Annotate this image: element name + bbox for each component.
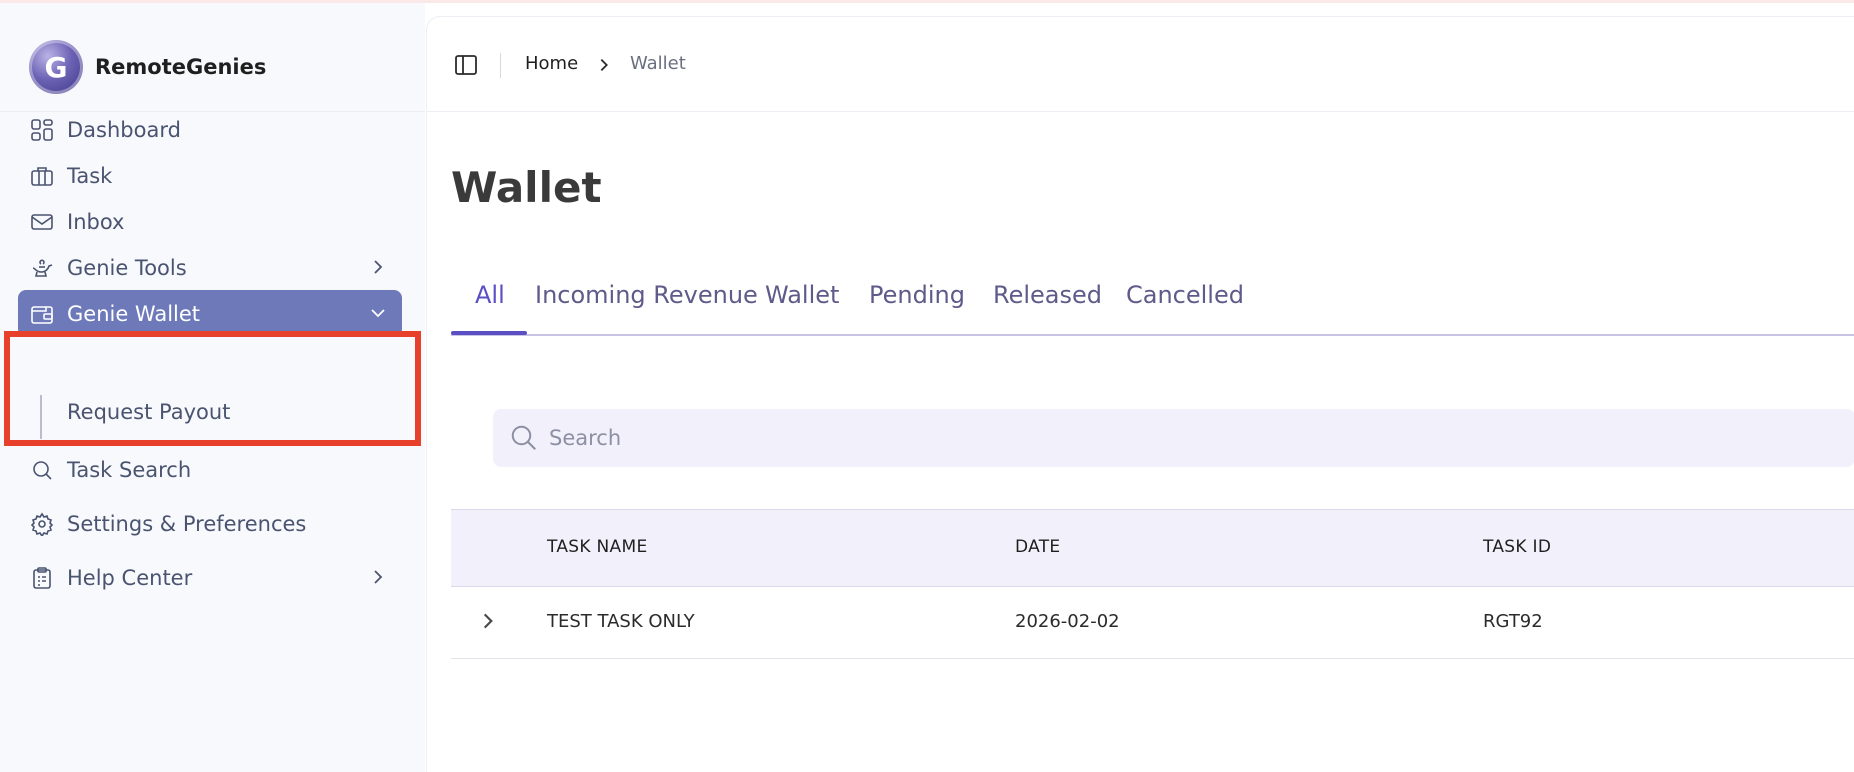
column-header-task-name[interactable]: TASK NAME: [547, 537, 648, 557]
sidebar-item-dashboard[interactable]: Dashboard: [18, 106, 402, 153]
breadcrumb-home[interactable]: Home: [525, 53, 578, 74]
sidebar-item-genie-tools[interactable]: Genie Tools: [18, 244, 402, 291]
page-title: Wallet: [451, 163, 602, 212]
main-panel: Home Wallet Wallet All Incoming Revenue …: [426, 16, 1854, 772]
tab-all[interactable]: All: [475, 281, 505, 309]
dashboard-grid-icon: [29, 117, 55, 143]
page-header: Home Wallet: [427, 17, 1854, 112]
table-header: TASK NAME DATE TASK ID: [451, 509, 1854, 587]
tab-released[interactable]: Released: [993, 281, 1102, 309]
sidebar-item-help-center[interactable]: Help Center: [18, 554, 402, 601]
logo-icon: G: [29, 40, 83, 94]
submenu-line: [40, 395, 42, 439]
search-icon: [29, 457, 55, 483]
active-tab-indicator: [451, 331, 527, 335]
briefcase-icon: [29, 163, 55, 189]
sidebar-item-task[interactable]: Task: [18, 152, 402, 199]
chevron-right-icon: [600, 58, 608, 72]
sidebar-item-label: Dashboard: [67, 117, 181, 142]
cell-task-name: TEST TASK ONLY: [547, 611, 695, 632]
sidebar-item-genie-wallet[interactable]: Genie Wallet: [18, 290, 402, 337]
genie-lamp-icon: [29, 255, 55, 281]
tab-incoming-revenue[interactable]: Incoming Revenue: [535, 281, 758, 309]
tab-bar: All Incoming Revenue Wallet Pending Rele…: [451, 273, 1854, 336]
wallet-icon: [29, 301, 55, 327]
cell-date: 2026-02-02: [1015, 611, 1120, 632]
chevron-right-icon: [374, 260, 383, 274]
column-header-date[interactable]: DATE: [1015, 537, 1060, 557]
cell-task-id: RGT92: [1483, 611, 1543, 632]
header-separator: [500, 53, 501, 78]
tab-wallet[interactable]: Wallet: [765, 281, 839, 309]
sidebar-item-inbox[interactable]: Inbox: [18, 198, 402, 245]
sidebar-item-label: Genie Tools: [67, 255, 187, 280]
chevron-right-icon[interactable]: [477, 610, 499, 632]
sidebar-item-label: Inbox: [67, 209, 125, 234]
sidebar-item-settings[interactable]: Settings & Preferences: [18, 500, 402, 547]
sidebar-toggle-icon[interactable]: [454, 53, 478, 77]
gear-icon: [29, 511, 55, 537]
tab-pending[interactable]: Pending: [869, 281, 965, 309]
chevron-down-icon: [371, 309, 385, 318]
brand[interactable]: G RemoteGenies: [29, 40, 266, 94]
sidebar-item-label: Settings & Preferences: [67, 511, 307, 536]
sidebar-item-label: Genie Wallet: [67, 301, 201, 326]
mail-icon: [29, 209, 55, 235]
search-box[interactable]: [493, 409, 1854, 467]
sidebar: G RemoteGenies Dashboard Task Inbox Geni…: [0, 3, 425, 772]
brand-name: RemoteGenies: [95, 55, 267, 79]
column-header-task-id[interactable]: TASK ID: [1483, 537, 1551, 557]
sidebar-item-label: Help Center: [67, 565, 193, 590]
sidebar-item-label: Task Search: [67, 457, 192, 482]
chevron-right-icon: [374, 570, 383, 584]
sidebar-item-label: Task: [67, 163, 113, 188]
table-row[interactable]: TEST TASK ONLY 2026-02-02 RGT92: [451, 587, 1854, 659]
clipboard-icon: [29, 565, 55, 591]
search-input[interactable]: [549, 426, 1649, 450]
sidebar-item-task-search[interactable]: Task Search: [18, 446, 402, 493]
search-icon: [511, 425, 536, 450]
breadcrumb-current: Wallet: [630, 53, 686, 74]
tab-cancelled[interactable]: Cancelled: [1126, 281, 1244, 309]
sidebar-subitem-request-payout[interactable]: Request Payout: [67, 400, 230, 424]
